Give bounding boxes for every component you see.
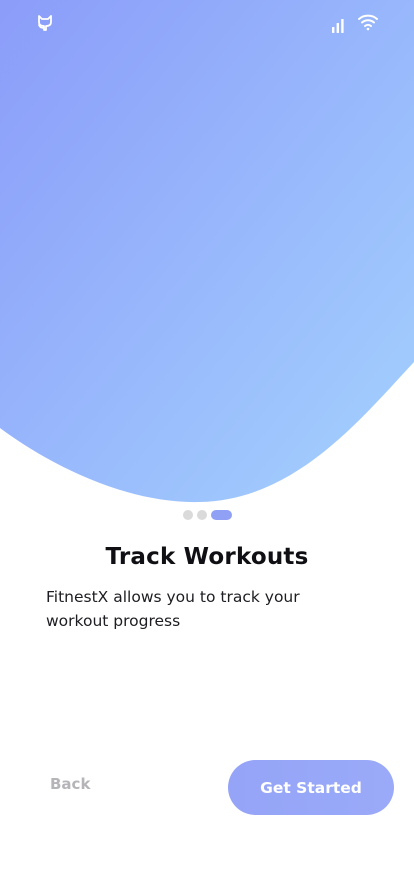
wifi-icon	[358, 14, 378, 31]
get-started-button[interactable]: Get Started	[228, 760, 394, 815]
back-button[interactable]: Back	[50, 770, 130, 798]
hero-blob	[0, 0, 414, 503]
signal-icon	[332, 19, 344, 33]
page-description: FitnestX allows you to track your workou…	[46, 588, 300, 630]
hero-background	[0, 0, 414, 503]
github-icon	[38, 15, 52, 31]
onboarding-screen: Track Workouts FitnestX allows you to tr…	[0, 0, 414, 896]
page-indicator	[0, 509, 414, 521]
page-title: Track Workouts	[105, 544, 309, 570]
page-dot-active	[210, 510, 232, 520]
status-bar	[0, 0, 414, 44]
page-dot	[196, 510, 207, 520]
page-dot	[182, 510, 193, 520]
